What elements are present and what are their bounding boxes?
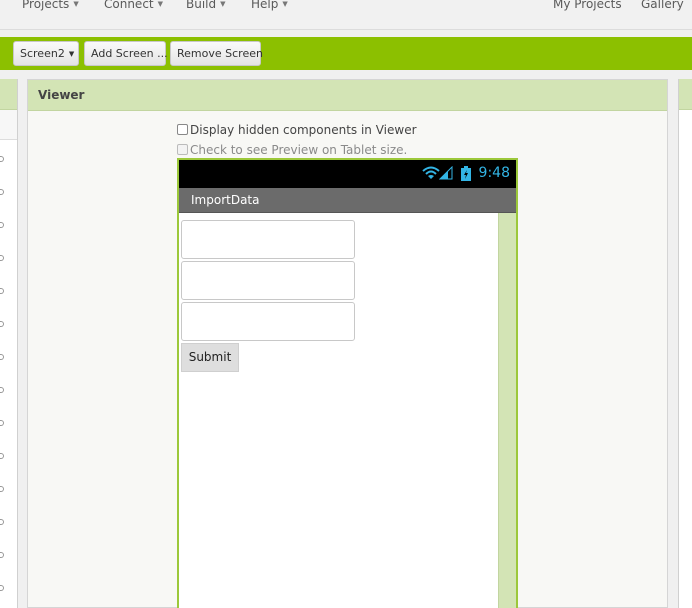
screen-select-button[interactable]: Screen2 ▼ [13,41,79,66]
remove-screen-button[interactable]: Remove Screen [170,41,263,66]
screen-scrollbar[interactable] [498,213,516,608]
palette-item[interactable] [0,156,4,162]
palette-panel-header [0,79,17,110]
gallery-link[interactable]: Gallery [641,0,684,11]
menu-projects[interactable]: Projects ▼ [22,0,79,11]
menu-help-label: Help [251,0,279,11]
my-projects-link[interactable]: My Projects [553,0,622,11]
palette-item[interactable] [0,453,4,459]
textbox-1[interactable] [181,220,355,259]
menu-connect-label: Connect [104,0,154,11]
app-title-bar: ImportData [179,188,516,213]
gallery-label: Gallery [641,0,684,11]
display-hidden-label: Display hidden components in Viewer [190,123,417,137]
palette-item[interactable] [0,321,4,327]
submit-button[interactable]: Submit [181,343,239,372]
menu-connect[interactable]: Connect ▼ [104,0,163,11]
menu-build-label: Build [186,0,217,11]
menu-help[interactable]: Help ▼ [251,0,288,11]
components-panel [678,79,692,608]
signal-icon [439,166,453,180]
tablet-preview-checkbox[interactable]: Check to see Preview on Tablet size. [177,143,407,157]
palette-search-row [0,110,17,140]
screen-select-label: Screen2 [20,47,65,60]
textbox-2[interactable] [181,261,355,300]
screen-content: Submit [179,213,516,608]
palette-item[interactable] [0,222,4,228]
components-panel-header [679,79,692,110]
palette-item[interactable] [0,189,4,195]
palette-item[interactable] [0,552,4,558]
palette-panel [0,79,18,608]
palette-item[interactable] [0,387,4,393]
checkbox-box[interactable] [177,144,188,155]
designer-toolbar: Screen2 ▼ Add Screen ... Remove Screen [0,37,692,70]
remove-screen-label: Remove Screen [177,47,263,60]
menu-build[interactable]: Build ▼ [186,0,226,11]
palette-item[interactable] [0,255,4,261]
checkbox-box[interactable] [177,124,188,135]
caret-down-icon: ▼ [157,0,164,8]
palette-item[interactable] [0,519,4,525]
tablet-preview-label: Check to see Preview on Tablet size. [190,143,408,157]
palette-item[interactable] [0,585,4,591]
display-hidden-checkbox[interactable]: Display hidden components in Viewer [177,123,417,137]
top-menu-bar: Projects ▼ Connect ▼ Build ▼ Help ▼ My Proje… [0,0,692,30]
palette-item[interactable] [0,354,4,360]
add-screen-label: Add Screen ... [91,47,168,60]
caret-down-icon: ▼ [282,0,288,8]
add-screen-button[interactable]: Add Screen ... [84,41,168,66]
battery-charging-icon [461,166,471,181]
wifi-icon [422,166,440,179]
palette-item[interactable] [0,420,4,426]
phone-preview: 9:48 ImportData Submit [177,158,518,608]
phone-status-bar: 9:48 [179,160,516,188]
textbox-3[interactable] [181,302,355,341]
status-time: 9:48 [478,165,510,181]
caret-down-icon: ▼ [73,0,79,8]
menu-projects-label: Projects [22,0,70,11]
my-projects-label: My Projects [553,0,622,11]
palette-item[interactable] [0,486,4,492]
palette-item[interactable] [0,288,4,294]
viewer-header: Viewer [28,80,667,111]
caret-down-icon: ▼ [220,0,226,8]
caret-down-icon: ▼ [68,50,75,58]
